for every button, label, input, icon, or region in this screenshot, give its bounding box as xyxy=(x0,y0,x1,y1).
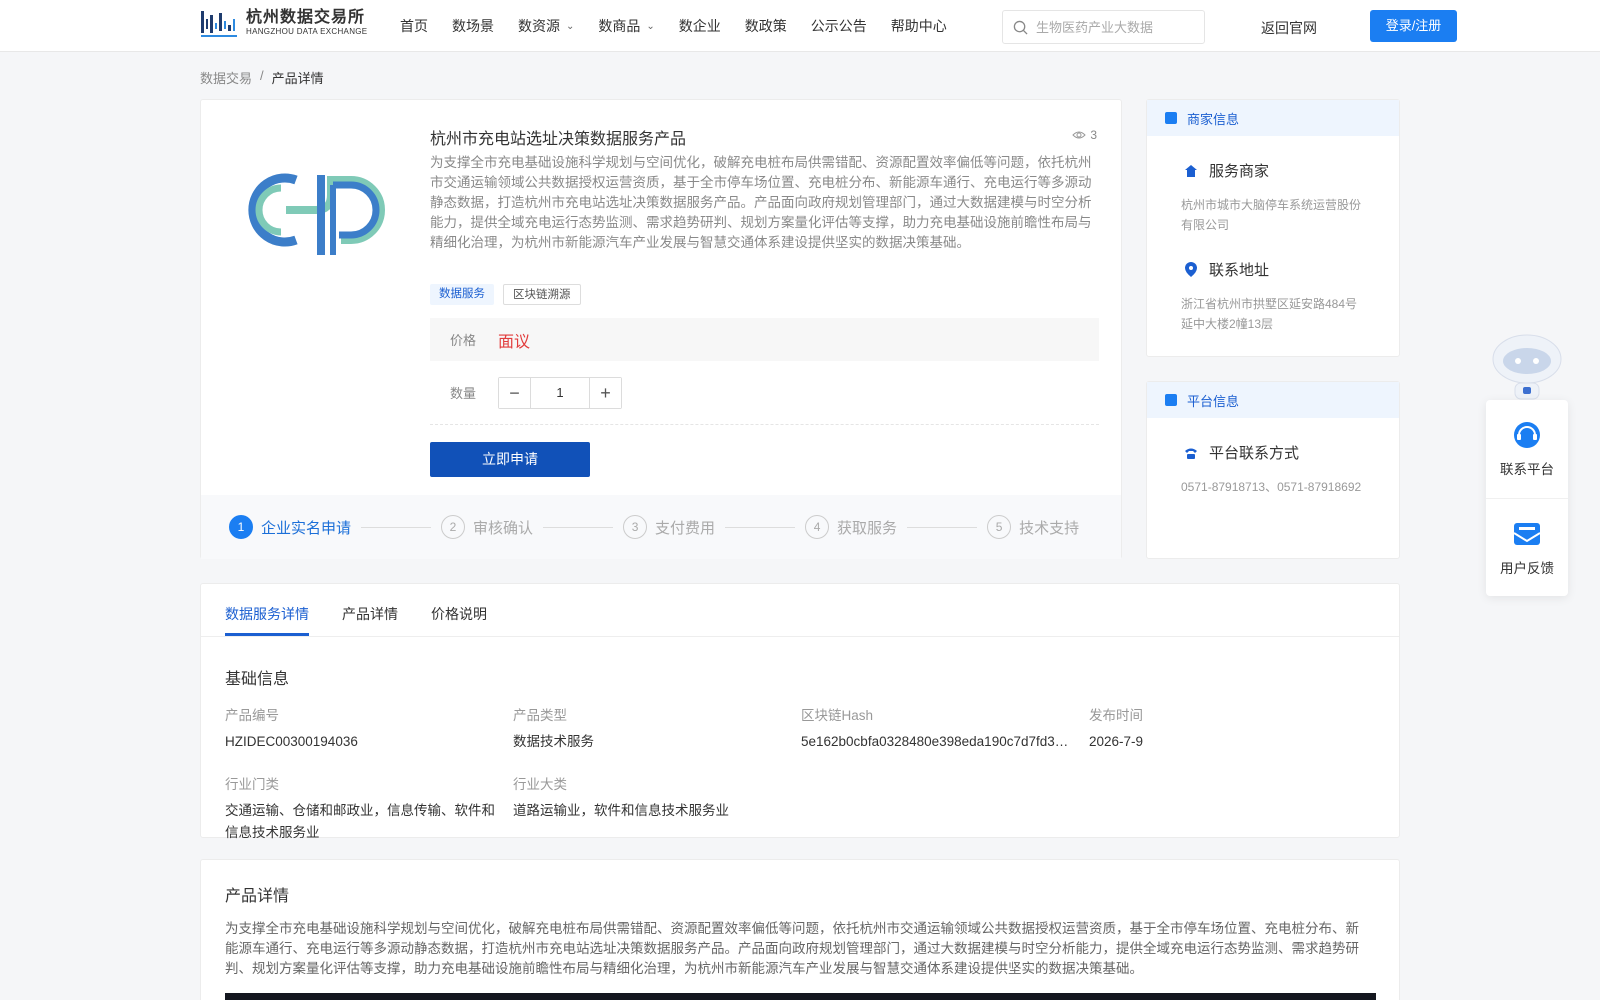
step-divider xyxy=(361,526,432,528)
platform-info-card: 平台信息 平台联系方式 0571-87918713、0571-87918692 xyxy=(1146,381,1400,559)
step-1: 1 企业实名申请 xyxy=(229,515,351,539)
step-divider xyxy=(907,526,978,528)
search-input[interactable] xyxy=(1036,19,1196,35)
merchant-info-header: 商家信息 xyxy=(1147,100,1399,136)
contact-address: 联系地址 浙江省杭州市拱墅区延安路484号延中大楼2幢13层 xyxy=(1181,259,1399,334)
nav-policy[interactable]: 数政策 xyxy=(745,16,787,36)
step-divider xyxy=(543,526,614,528)
logo-title: 杭州数据交易所 xyxy=(246,9,366,26)
headset-icon xyxy=(1514,422,1540,448)
product-detail-card: 产品详情 为支撑全市充电基础设施科学规划与空间优化，破解充电桩布局供需错配、资源… xyxy=(200,859,1400,1000)
basic-info-title: 基础信息 xyxy=(225,671,290,688)
view-count: 3 xyxy=(1072,128,1097,142)
tab-data-service-detail[interactable]: 数据服务详情 xyxy=(225,584,309,636)
merchant-info-card: 商家信息 服务商家 杭州市城市大脑停车系统运营股份有限公司 联系地址 浙江省杭州… xyxy=(1146,99,1400,357)
merchant-name: 杭州市城市大脑停车系统运营股份有限公司 xyxy=(1181,198,1362,232)
step-3: 3 支付费用 xyxy=(623,515,715,539)
home-icon xyxy=(1185,164,1197,177)
detail-image-strip xyxy=(225,993,1376,1000)
chevron-down-icon: ⌄ xyxy=(566,20,575,32)
product-logo-image xyxy=(248,173,385,255)
nav-help[interactable]: 帮助中心 xyxy=(891,16,947,36)
service-merchant: 服务商家 杭州市城市大脑停车系统运营股份有限公司 xyxy=(1181,160,1399,235)
contact-platform-button[interactable]: 联系平台 xyxy=(1486,400,1568,498)
login-register-button[interactable]: 登录/注册 xyxy=(1370,10,1457,42)
tab-price-description[interactable]: 价格说明 xyxy=(431,584,487,636)
apply-now-button[interactable]: 立即申请 xyxy=(430,442,590,477)
store-icon xyxy=(1165,112,1177,124)
minus-icon[interactable]: − xyxy=(499,377,530,408)
search-box[interactable] xyxy=(1002,10,1205,44)
tag-data-service: 数据服务 xyxy=(430,284,494,305)
chevron-down-icon: ⌄ xyxy=(646,20,655,32)
basic-info-grid: 产品编号 HZIDEC00300194036 产品类型 数据技术服务 区块链Hash… xyxy=(225,704,1375,844)
product-tags: 数据服务 区块链溯源 xyxy=(430,284,590,305)
quantity-row: 数量 − 1 + xyxy=(430,373,1099,425)
plus-icon[interactable]: + xyxy=(590,377,621,408)
field-product-type: 产品类型 数据技术服务 xyxy=(513,708,594,749)
nav-enterprise[interactable]: 数企业 xyxy=(679,16,721,36)
search-icon xyxy=(1013,20,1028,35)
main-nav: 首页 数场景 数资源 ⌄ 数商品 ⌄ 数企业 数政策 公示公告 帮助中心 xyxy=(400,0,971,52)
price-row: 价格 面议 xyxy=(430,318,1099,361)
breadcrumb-root[interactable]: 数据交易 xyxy=(200,68,252,87)
platform-icon xyxy=(1165,394,1177,406)
product-card: 杭州市充电站选址决策数据服务产品 3 为支撑全市充电基础设施科学规划与空间优化，… xyxy=(200,99,1122,559)
platform-info-header: 平台信息 xyxy=(1147,382,1399,418)
breadcrumb-current: 产品详情 xyxy=(271,71,324,86)
logo-subtitle: HANGZHOU DATA EXCHANGE xyxy=(246,27,368,36)
breadcrumb: 数据交易 / 产品详情 xyxy=(200,68,324,87)
site-logo[interactable]: 杭州数据交易所 HANGZHOU DATA EXCHANGE xyxy=(200,9,367,37)
platform-phones: 0571-87918713、0571-87918692 xyxy=(1181,480,1362,494)
nav-resources[interactable]: 数资源 ⌄ xyxy=(518,16,574,36)
nav-home[interactable]: 首页 xyxy=(400,16,428,36)
step-5: 5 技术支持 xyxy=(987,515,1079,539)
step-divider xyxy=(725,526,796,528)
process-steps: 1 企业实名申请 2 审核确认 3 支付费用 4 获取服务 5 技术支持 xyxy=(201,495,1121,559)
field-industry-major: 行业大类 道路运输业，软件和信息技术服务业 xyxy=(513,777,729,818)
floating-side-panel: 联系平台 用户反馈 xyxy=(1486,400,1568,596)
assistant-robot-icon[interactable] xyxy=(1487,325,1567,401)
mail-icon xyxy=(1513,522,1541,545)
tab-product-detail[interactable]: 产品详情 xyxy=(342,584,398,636)
platform-contact: 平台联系方式 0571-87918713、0571-87918692 xyxy=(1181,442,1399,497)
breadcrumb-separator: / xyxy=(260,68,264,83)
eye-icon xyxy=(1072,131,1087,139)
detail-tabs: 数据服务详情 产品详情 价格说明 xyxy=(201,584,1399,637)
nav-announcements[interactable]: 公示公告 xyxy=(811,16,867,36)
user-feedback-button[interactable]: 用户反馈 xyxy=(1486,498,1568,596)
product-title: 杭州市充电站选址决策数据服务产品 xyxy=(430,131,687,148)
field-industry-category: 行业门类 交通运输、仓储和邮政业，信息传输、软件和信息技术服务业 xyxy=(225,777,495,840)
step-4: 4 获取服务 xyxy=(805,515,897,539)
price-label: 价格 xyxy=(450,333,477,348)
field-publish-time: 发布时间 2026-7-9 xyxy=(1089,708,1144,749)
product-description: 为支撑全市充电基础设施科学规划与空间优化，破解充电桩布局供需错配、资源配置效率偏… xyxy=(430,155,1092,250)
location-pin-icon xyxy=(1185,262,1197,277)
tag-blockchain: 区块链溯源 xyxy=(503,284,581,305)
field-product-code: 产品编号 HZIDEC00300194036 xyxy=(225,708,358,749)
field-blockchain-hash: 区块链Hash 5e162b0cbfa0328480e398eda190c7d7f… xyxy=(801,708,1069,749)
price-value: 面议 xyxy=(498,333,531,351)
nav-scenes[interactable]: 数场景 xyxy=(452,16,494,36)
nav-goods[interactable]: 数商品 ⌄ xyxy=(598,16,654,36)
step-2: 2 审核确认 xyxy=(441,515,533,539)
back-to-site-link[interactable]: 返回官网 xyxy=(1261,18,1317,38)
phone-icon xyxy=(1185,448,1197,459)
product-detail-title: 产品详情 xyxy=(225,888,290,905)
quantity-stepper: − 1 + xyxy=(498,376,622,409)
logo-bars-icon xyxy=(201,11,237,37)
quantity-label: 数量 xyxy=(450,386,477,401)
quantity-input[interactable]: 1 xyxy=(530,377,590,408)
detail-tabs-card: 数据服务详情 产品详情 价格说明 基础信息 产品编号 HZIDEC00300194… xyxy=(200,583,1400,840)
top-header: 杭州数据交易所 HANGZHOU DATA EXCHANGE 首页 数场景 数资… xyxy=(0,0,1600,52)
merchant-address: 浙江省杭州市拱墅区延安路484号延中大楼2幢13层 xyxy=(1181,297,1358,331)
product-detail-text: 为支撑全市充电基础设施科学规划与空间优化，破解充电桩布局供需错配、资源配置效率偏… xyxy=(225,921,1359,976)
